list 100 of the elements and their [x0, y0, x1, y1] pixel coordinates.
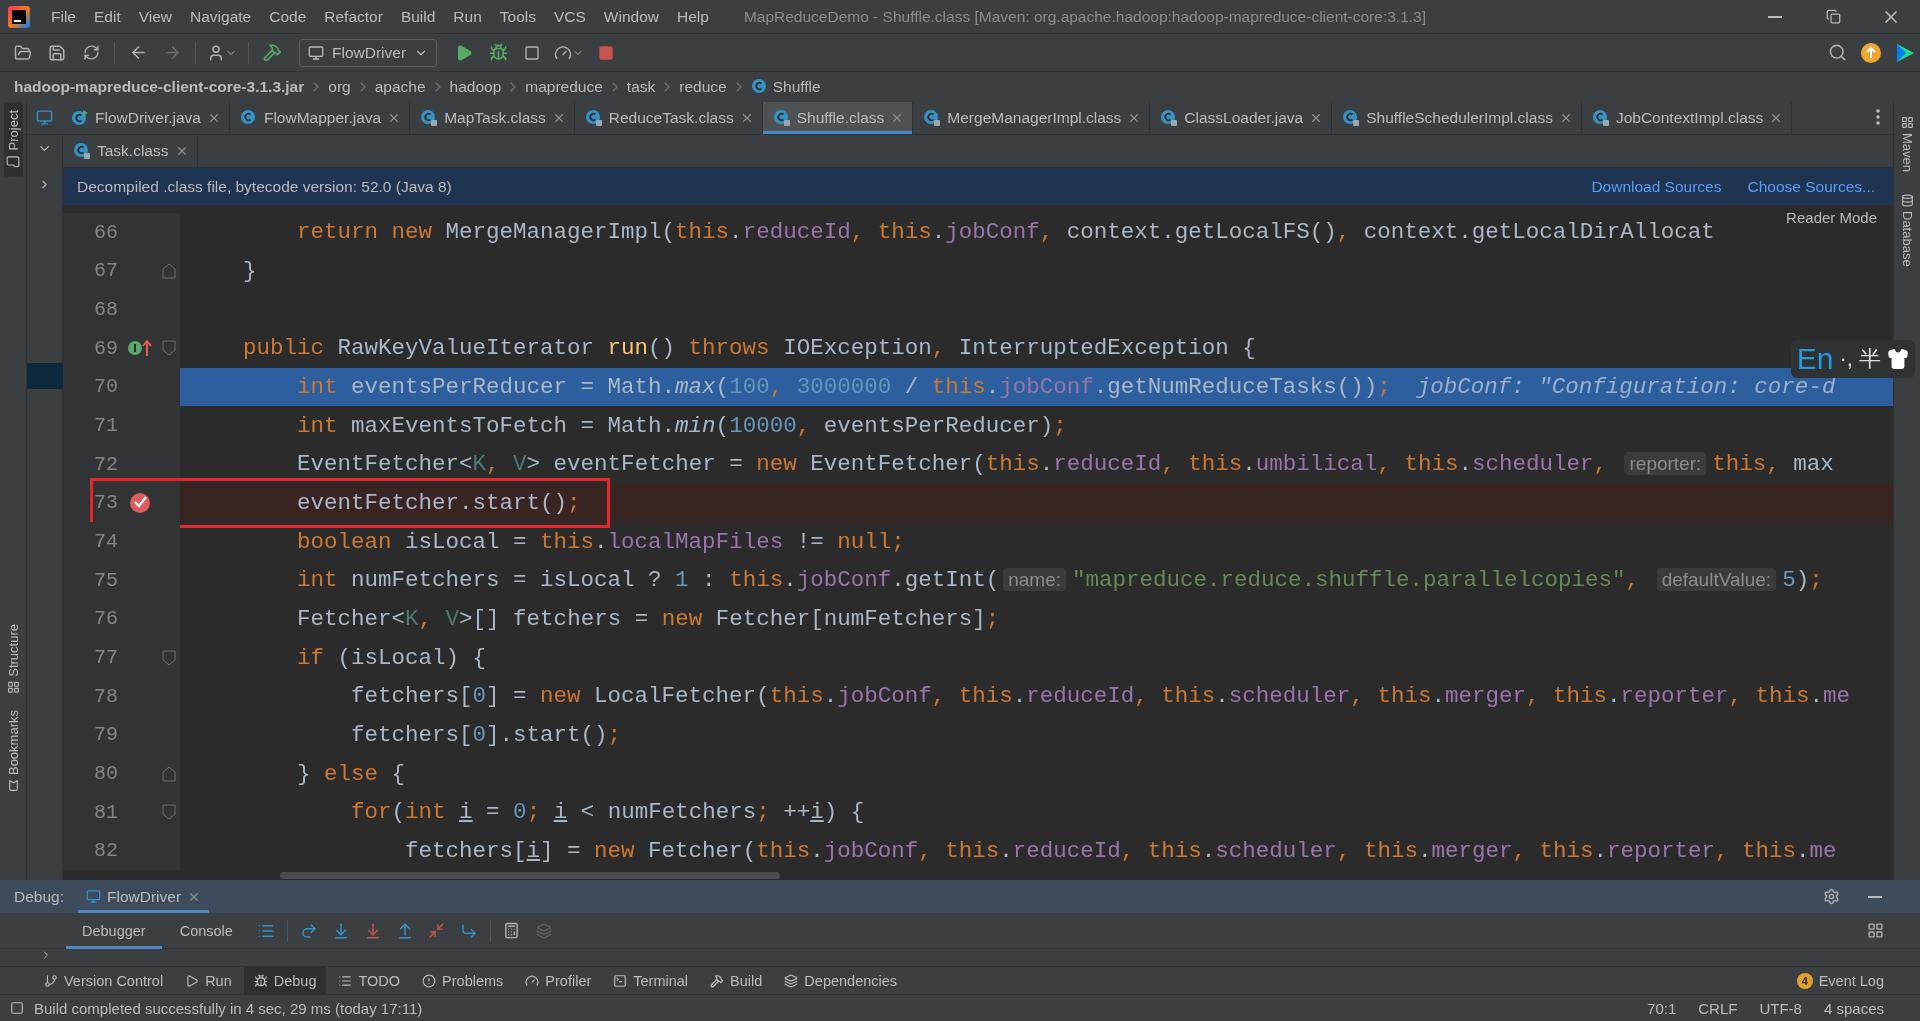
breadcrumb-item[interactable]: task: [626, 78, 656, 96]
line-number: 70: [93, 375, 118, 399]
status-item[interactable]: UTF-8: [1753, 999, 1808, 1017]
step-over-icon: [299, 921, 318, 940]
code-line: Fetcher<K, V>[] fetchers = new Fetcher[numFetchers];: [296, 605, 1000, 632]
breadcrumb-item[interactable]: hadoop: [449, 78, 502, 96]
code-line: } else {: [296, 760, 406, 787]
hammer-icon: [262, 43, 282, 62]
alert-icon: [422, 973, 437, 988]
debug-subtab[interactable]: Debugger: [66, 912, 162, 949]
tool-window-tab[interactable]: Run: [175, 966, 242, 995]
minimize-icon: [1768, 15, 1782, 18]
tool-window-tab[interactable]: Dependencies: [774, 966, 908, 995]
menu-item[interactable]: Run: [444, 7, 491, 26]
menu-item[interactable]: Navigate: [181, 7, 261, 26]
fold-icon[interactable]: [162, 263, 176, 279]
bug-icon: [253, 973, 268, 988]
breadcrumb-item[interactable]: org: [328, 78, 351, 96]
refresh-icon: [82, 44, 100, 61]
line-number: 68: [93, 298, 118, 322]
banner-link[interactable]: Download Sources: [1591, 177, 1722, 196]
menu-item[interactable]: Code: [260, 7, 316, 26]
event-log-button[interactable]: 4 Event Log: [1790, 971, 1890, 990]
tool-window-tab[interactable]: Problems: [412, 966, 514, 995]
menu-item[interactable]: Build: [391, 7, 445, 26]
menu-item[interactable]: Refactor: [315, 7, 392, 26]
tool-window-button[interactable]: Database: [1897, 190, 1917, 271]
breadcrumb-item[interactable]: mapreduce: [525, 78, 603, 96]
debug-session-tab[interactable]: FlowDriver: [78, 880, 210, 913]
branch-icon: [44, 973, 58, 988]
fold-icon[interactable]: [162, 340, 176, 357]
menu-item[interactable]: Tools: [490, 7, 545, 26]
tool-window-tab[interactable]: Debug: [243, 966, 327, 995]
line-number: 66: [93, 220, 118, 244]
ime-toolbar[interactable]: En ·, 半: [1790, 340, 1915, 378]
menu-item[interactable]: Help: [668, 7, 718, 26]
folder-icon: [6, 154, 20, 169]
tool-window-tab[interactable]: Version Control: [34, 966, 174, 995]
status-icon: [10, 1001, 24, 1015]
user-icon: [207, 43, 225, 62]
fold-icon[interactable]: [162, 649, 176, 666]
line-number: 74: [93, 530, 118, 554]
breadcrumb-item[interactable]: hadoop-mapreduce-client-core-3.1.3.jar: [14, 78, 305, 96]
calculator-icon: [503, 922, 521, 939]
tool-window-button[interactable]: Structure: [3, 616, 23, 702]
line-number: 75: [93, 568, 118, 592]
tool-window-button[interactable]: Bookmarks: [3, 701, 23, 800]
breadcrumb-item[interactable]: reduce: [679, 78, 727, 96]
gauge-icon: [525, 973, 540, 988]
tool-window-tab[interactable]: Terminal: [603, 966, 699, 995]
class-icon: [923, 109, 942, 127]
tool-window-tab[interactable]: Profiler: [515, 966, 602, 995]
tool-window-tab[interactable]: Build: [700, 966, 773, 995]
breadcrumb-item[interactable]: Shuffle: [772, 78, 821, 96]
tool-window-button[interactable]: Maven: [1897, 112, 1917, 177]
tool-window-tab[interactable]: TODO: [328, 966, 411, 995]
class-icon: [772, 109, 791, 127]
bug-icon: [488, 43, 508, 62]
status-message: Build completed successfully in 4 sec, 29 ms (today 17:11): [34, 999, 424, 1017]
update-icon: [1860, 41, 1882, 64]
search-icon: [1827, 43, 1847, 62]
code-line: for(int i = 0; i < numFetchers; ++i) {: [350, 799, 865, 826]
shirt-icon: [1887, 348, 1909, 370]
layers-icon: [535, 922, 552, 939]
fold-icon[interactable]: [162, 765, 176, 782]
code-line: if (isLocal) {: [296, 644, 487, 671]
status-item[interactable]: 70:1: [1641, 999, 1683, 1017]
implements-marker-icon[interactable]: [126, 338, 154, 359]
more-icon: [1876, 109, 1880, 125]
debug-subtab[interactable]: Console: [163, 912, 249, 949]
class-icon: [750, 78, 769, 96]
cursor-arrow-icon: [459, 921, 478, 940]
breadcrumb-item[interactable]: apache: [374, 78, 426, 96]
status-item[interactable]: 4 spaces: [1817, 999, 1890, 1017]
minimize-icon: [1868, 895, 1882, 898]
run-config-dropdown[interactable]: FlowDriver: [299, 38, 438, 67]
code-line: }: [242, 258, 257, 284]
menu-item[interactable]: Edit: [85, 7, 130, 26]
menu-item[interactable]: File: [42, 7, 85, 26]
menu-item[interactable]: View: [129, 7, 182, 26]
line-number: 69: [93, 336, 118, 360]
code-line: public RawKeyValueIterator run() throws IOException, InterruptedException {: [242, 335, 1256, 362]
code-line: fetchers[0].start();: [350, 721, 622, 748]
scrollbar-thumb[interactable]: [280, 871, 780, 879]
java-run-icon: [71, 109, 89, 127]
banner-link[interactable]: Choose Sources...: [1747, 177, 1875, 196]
menu-item[interactable]: Window: [594, 7, 668, 26]
database-icon: [1900, 194, 1914, 208]
status-item[interactable]: CRLF: [1692, 999, 1744, 1017]
fold-icon[interactable]: [162, 804, 176, 821]
line-number: 80: [93, 762, 118, 785]
editor-tab[interactable]: Shuffle.class: [762, 102, 914, 134]
window-title: MapReduceDemo - Shuffle.class [Maven: org.apache.hadoop:hadoop-mapreduce-client-core:3.1.3]: [743, 7, 1427, 26]
breakpoint-icon[interactable]: [128, 490, 152, 515]
project-tool-button[interactable]: Project: [3, 102, 23, 177]
grid-icon: [1866, 922, 1884, 939]
menu-item[interactable]: VCS: [544, 7, 595, 26]
line-number: 72: [93, 452, 118, 476]
line-number: 71: [93, 414, 118, 438]
folder-icon: [14, 43, 32, 62]
